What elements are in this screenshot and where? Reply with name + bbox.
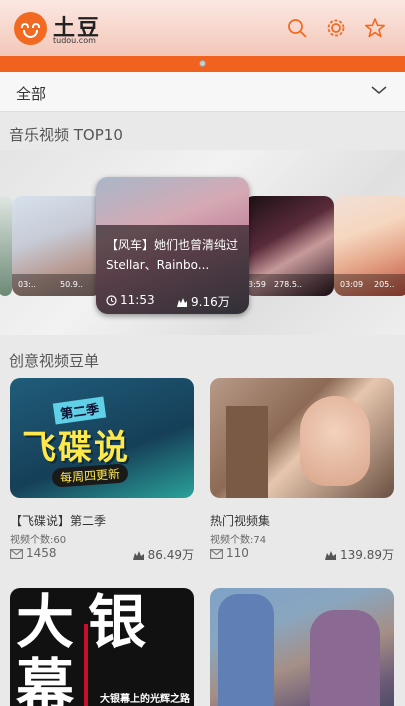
playlist-card[interactable]: 第二季 飞碟说 每周四更新 【飞碟说】第二季 视频个数:60 1458 86.4…: [10, 378, 194, 564]
featured-music-video[interactable]: 【风车】她们也曾清纯过 Stellar、Rainbo... 11:53 9.16…: [96, 177, 249, 314]
carousel-item-views: 278.5..: [274, 280, 302, 289]
video-count: 视频个数:60: [10, 535, 67, 546]
view-count: 86.49万: [132, 546, 194, 563]
comment-count: 1458: [10, 546, 57, 560]
video-count: 视频个数:74: [210, 535, 267, 546]
featured-duration: 11:53: [106, 293, 155, 307]
featured-title: 【风车】她们也曾清纯过 Stellar、Rainbo...: [106, 238, 239, 272]
carousel-item-duration: 3:59: [248, 280, 266, 289]
filter-label: 全部: [16, 85, 47, 103]
category-filter[interactable]: 全部: [0, 72, 405, 112]
view-count: 139.89万: [324, 546, 394, 563]
pager-dot[interactable]: [199, 60, 206, 67]
clock-icon: [106, 295, 117, 306]
featured-views: 9.16万: [176, 293, 230, 310]
playlist-card[interactable]: 热门视频集 视频个数:74 110 139.89万: [210, 378, 394, 564]
search-icon[interactable]: [286, 17, 308, 39]
playlist-thumbnail[interactable]: [210, 378, 394, 498]
mail-icon: [210, 548, 223, 559]
play-count-icon: [132, 551, 144, 560]
playlist-thumbnail[interactable]: 第二季 飞碟说 每周四更新: [10, 378, 194, 498]
carousel-item-views: 205..: [374, 280, 395, 289]
carousel-item[interactable]: 03:09 205..: [334, 196, 405, 296]
playlist-title: 热门视频集: [210, 514, 271, 528]
app-header: 土豆 tudou.com: [0, 0, 405, 56]
playlist-thumbnail[interactable]: [210, 588, 394, 706]
logo-domain: tudou.com: [53, 36, 96, 45]
music-section-title: 音乐视频 TOP10: [9, 126, 123, 144]
carousel-item-duration: 03:..: [18, 280, 36, 289]
play-count-icon: [325, 551, 336, 560]
mail-icon: [10, 548, 23, 559]
tudou-logo[interactable]: 土豆 tudou.com: [14, 10, 114, 46]
playlist-card[interactable]: [210, 588, 394, 706]
chevron-down-icon: [371, 86, 387, 94]
creative-section-title: 创意视频豆单: [9, 352, 100, 370]
logo-face-icon: [14, 12, 47, 45]
carousel-item-duration: 03:09: [340, 280, 364, 289]
settings-icon[interactable]: [325, 17, 347, 39]
star-icon[interactable]: [364, 17, 386, 39]
play-count-icon: [177, 298, 187, 307]
carousel-item-views: 50.9..: [60, 280, 83, 289]
carousel-item[interactable]: 03:.. 50.9..: [12, 196, 102, 296]
comment-count: 110: [210, 546, 249, 560]
playlist-thumbnail[interactable]: 大银幕 大银幕上的光辉之路: [10, 588, 194, 706]
carousel-item-partial[interactable]: [0, 196, 12, 296]
playlist-title: 【飞碟说】第二季: [10, 514, 107, 528]
playlist-card[interactable]: 大银幕 大银幕上的光辉之路: [10, 588, 194, 706]
carousel-item[interactable]: 3:59 278.5..: [244, 196, 334, 296]
banner-strip: [0, 56, 405, 72]
